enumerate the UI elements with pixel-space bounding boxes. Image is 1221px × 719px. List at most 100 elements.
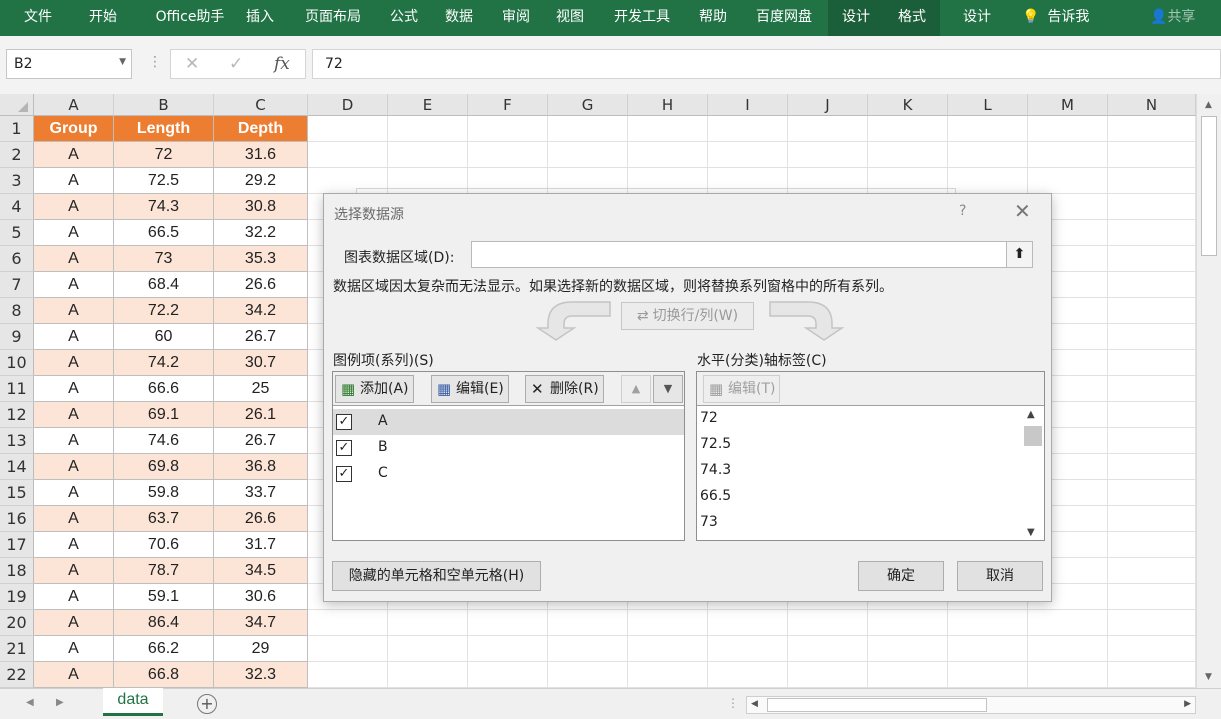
- chart-range-input[interactable]: [471, 241, 1033, 268]
- ribbon-tab[interactable]: 视图: [554, 0, 586, 36]
- table-cell[interactable]: 33.7: [214, 480, 308, 506]
- table-cell[interactable]: 66.5: [114, 220, 214, 246]
- tell-me-button[interactable]: 💡 告诉我: [1022, 0, 1089, 36]
- table-cell[interactable]: A: [34, 610, 114, 636]
- row-header[interactable]: 10: [0, 350, 34, 376]
- scroll-up-icon[interactable]: ▲: [1205, 100, 1212, 110]
- table-cell[interactable]: A: [34, 532, 114, 558]
- header-cell[interactable]: Group: [34, 116, 114, 142]
- series-checkbox[interactable]: ✓: [336, 414, 352, 430]
- row-header[interactable]: 12: [0, 402, 34, 428]
- chevron-down-icon[interactable]: ▼: [119, 57, 126, 67]
- scroll-right-icon[interactable]: ▶: [1184, 699, 1191, 709]
- scroll-thumb[interactable]: [1201, 116, 1217, 256]
- column-header-c[interactable]: C: [214, 94, 308, 116]
- table-cell[interactable]: 35.3: [214, 246, 308, 272]
- edit-axis-labels-button[interactable]: ▦ 编辑(T): [703, 375, 781, 403]
- series-item[interactable]: ✓ B: [333, 435, 684, 461]
- row-header[interactable]: 18: [0, 558, 34, 584]
- column-header-l[interactable]: L: [948, 94, 1028, 116]
- table-cell[interactable]: 59.8: [114, 480, 214, 506]
- ribbon-tab[interactable]: 帮助: [697, 0, 729, 36]
- vertical-scrollbar[interactable]: ▲ ▼: [1196, 94, 1221, 688]
- cancel-button[interactable]: 取消: [957, 561, 1043, 591]
- table-cell[interactable]: 26.7: [214, 428, 308, 454]
- move-up-button[interactable]: ▲: [621, 375, 651, 403]
- table-cell[interactable]: A: [34, 662, 114, 688]
- column-header-b[interactable]: B: [114, 94, 214, 116]
- table-cell[interactable]: 31.7: [214, 532, 308, 558]
- header-cell[interactable]: Length: [114, 116, 214, 142]
- table-cell[interactable]: 26.7: [214, 324, 308, 350]
- table-cell[interactable]: A: [34, 428, 114, 454]
- table-cell[interactable]: A: [34, 246, 114, 272]
- row-header[interactable]: 16: [0, 506, 34, 532]
- row-header[interactable]: 17: [0, 532, 34, 558]
- table-cell[interactable]: A: [34, 324, 114, 350]
- column-header-m[interactable]: M: [1028, 94, 1108, 116]
- column-header-d[interactable]: D: [308, 94, 388, 116]
- row-header[interactable]: 7: [0, 272, 34, 298]
- table-cell[interactable]: A: [34, 142, 114, 168]
- row-header[interactable]: 19: [0, 584, 34, 610]
- table-cell[interactable]: 66.2: [114, 636, 214, 662]
- table-cell[interactable]: 34.2: [214, 298, 308, 324]
- series-item[interactable]: ✓ C: [333, 461, 684, 487]
- ribbon-tab[interactable]: 公式: [388, 0, 420, 36]
- table-cell[interactable]: 73: [114, 246, 214, 272]
- row-header[interactable]: 14: [0, 454, 34, 480]
- row-header[interactable]: 22: [0, 662, 34, 688]
- table-cell[interactable]: A: [34, 350, 114, 376]
- header-cell[interactable]: Depth: [214, 116, 308, 142]
- table-cell[interactable]: 66.8: [114, 662, 214, 688]
- column-header-i[interactable]: I: [708, 94, 788, 116]
- help-icon[interactable]: ?: [959, 203, 966, 219]
- series-checkbox[interactable]: ✓: [336, 440, 352, 456]
- axis-label-item[interactable]: 74.3: [700, 462, 731, 478]
- table-cell[interactable]: 74.3: [114, 194, 214, 220]
- table-cell[interactable]: 78.7: [114, 558, 214, 584]
- collapse-dialog-icon[interactable]: ⬆: [1006, 242, 1032, 267]
- table-cell[interactable]: A: [34, 194, 114, 220]
- column-header-j[interactable]: J: [788, 94, 868, 116]
- table-cell[interactable]: 29: [214, 636, 308, 662]
- table-cell[interactable]: A: [34, 636, 114, 662]
- move-down-button[interactable]: ▼: [653, 375, 683, 403]
- table-cell[interactable]: 29.2: [214, 168, 308, 194]
- table-cell[interactable]: A: [34, 454, 114, 480]
- next-sheet-icon[interactable]: ▶: [56, 697, 64, 708]
- ribbon-tab[interactable]: 文件: [22, 0, 54, 36]
- table-cell[interactable]: A: [34, 480, 114, 506]
- row-header[interactable]: 15: [0, 480, 34, 506]
- scroll-down-icon[interactable]: ▼: [1027, 527, 1035, 538]
- table-cell[interactable]: 74.2: [114, 350, 214, 376]
- column-header-n[interactable]: N: [1108, 94, 1196, 116]
- ribbon-tab[interactable]: 设计: [961, 0, 993, 36]
- switch-row-column-button[interactable]: ⇄ 切换行/列(W): [621, 302, 754, 330]
- ribbon-tab[interactable]: Office助手: [144, 0, 236, 36]
- scroll-down-icon[interactable]: ▼: [1205, 672, 1212, 682]
- table-cell[interactable]: 59.1: [114, 584, 214, 610]
- row-header[interactable]: 4: [0, 194, 34, 220]
- ribbon-tab[interactable]: 页面布局: [302, 0, 364, 36]
- table-cell[interactable]: A: [34, 506, 114, 532]
- ribbon-tab[interactable]: 设计: [828, 0, 884, 36]
- table-cell[interactable]: 72: [114, 142, 214, 168]
- table-cell[interactable]: 63.7: [114, 506, 214, 532]
- table-cell[interactable]: 72.2: [114, 298, 214, 324]
- axis-label-item[interactable]: 72: [700, 410, 718, 426]
- confirm-icon[interactable]: ✓: [229, 54, 243, 74]
- scroll-left-icon[interactable]: ◀: [751, 699, 758, 709]
- add-series-button[interactable]: ▦ 添加(A): [335, 375, 414, 403]
- table-cell[interactable]: 74.6: [114, 428, 214, 454]
- hscroll-thumb[interactable]: [767, 698, 987, 712]
- row-header[interactable]: 9: [0, 324, 34, 350]
- hidden-empty-cells-button[interactable]: 隐藏的单元格和空单元格(H): [332, 561, 541, 591]
- ribbon-tab[interactable]: 开发工具: [611, 0, 673, 36]
- table-cell[interactable]: A: [34, 220, 114, 246]
- table-cell[interactable]: 32.2: [214, 220, 308, 246]
- table-cell[interactable]: 69.8: [114, 454, 214, 480]
- ribbon-tab[interactable]: 开始: [87, 0, 119, 36]
- table-cell[interactable]: A: [34, 298, 114, 324]
- axis-label-item[interactable]: 73: [700, 514, 718, 530]
